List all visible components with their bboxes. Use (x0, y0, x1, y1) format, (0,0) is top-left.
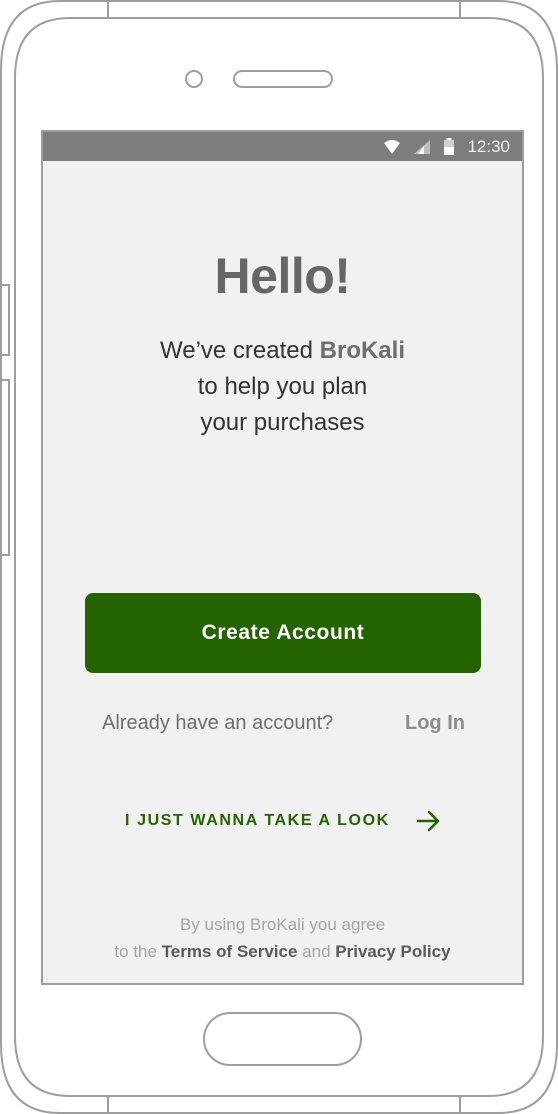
signal-icon (414, 139, 431, 154)
hello-title: Hello! (214, 248, 351, 304)
log-in-link[interactable]: Log In (405, 712, 465, 735)
already-have-account-text: Already have an account? (102, 712, 334, 734)
terms-of-service-link[interactable]: Terms of Service (162, 942, 298, 961)
just-look-label: I JUST WANNA TAKE A LOOK (125, 812, 390, 829)
legal-line-2: to the Terms of Service and Privacy Poli… (43, 938, 522, 965)
create-account-label: Create Account (201, 621, 365, 644)
just-look-link[interactable]: I JUST WANNA TAKE A LOOK (125, 806, 442, 836)
legal-line-1: By using BroKali you agree (179, 915, 386, 934)
legal-prefix: to the (114, 942, 162, 961)
privacy-policy-link[interactable]: Privacy Policy (335, 942, 450, 961)
legal-and: and (297, 942, 336, 961)
legal-notice: By using BroKali you agree to the Terms … (43, 911, 522, 965)
status-time: 12:30 (467, 136, 510, 156)
create-account-button[interactable]: Create Account (85, 593, 481, 673)
welcome-screen: Hello! We’ve created BroKali to help you… (43, 161, 522, 983)
status-bar: 12:30 (43, 132, 522, 161)
tagline-line-2: to help you plan (197, 373, 368, 400)
arrow-right-icon (416, 810, 440, 832)
brand-name: BroKali (319, 337, 405, 364)
battery-icon (444, 137, 455, 155)
tagline-prefix: We’ve created (160, 337, 320, 364)
tagline-line-1: We’ve created BroKali (43, 333, 522, 369)
tagline-line-3: your purchases (200, 409, 365, 436)
wifi-icon (384, 139, 401, 154)
tagline: We’ve created BroKali to help you plan y… (43, 333, 522, 441)
